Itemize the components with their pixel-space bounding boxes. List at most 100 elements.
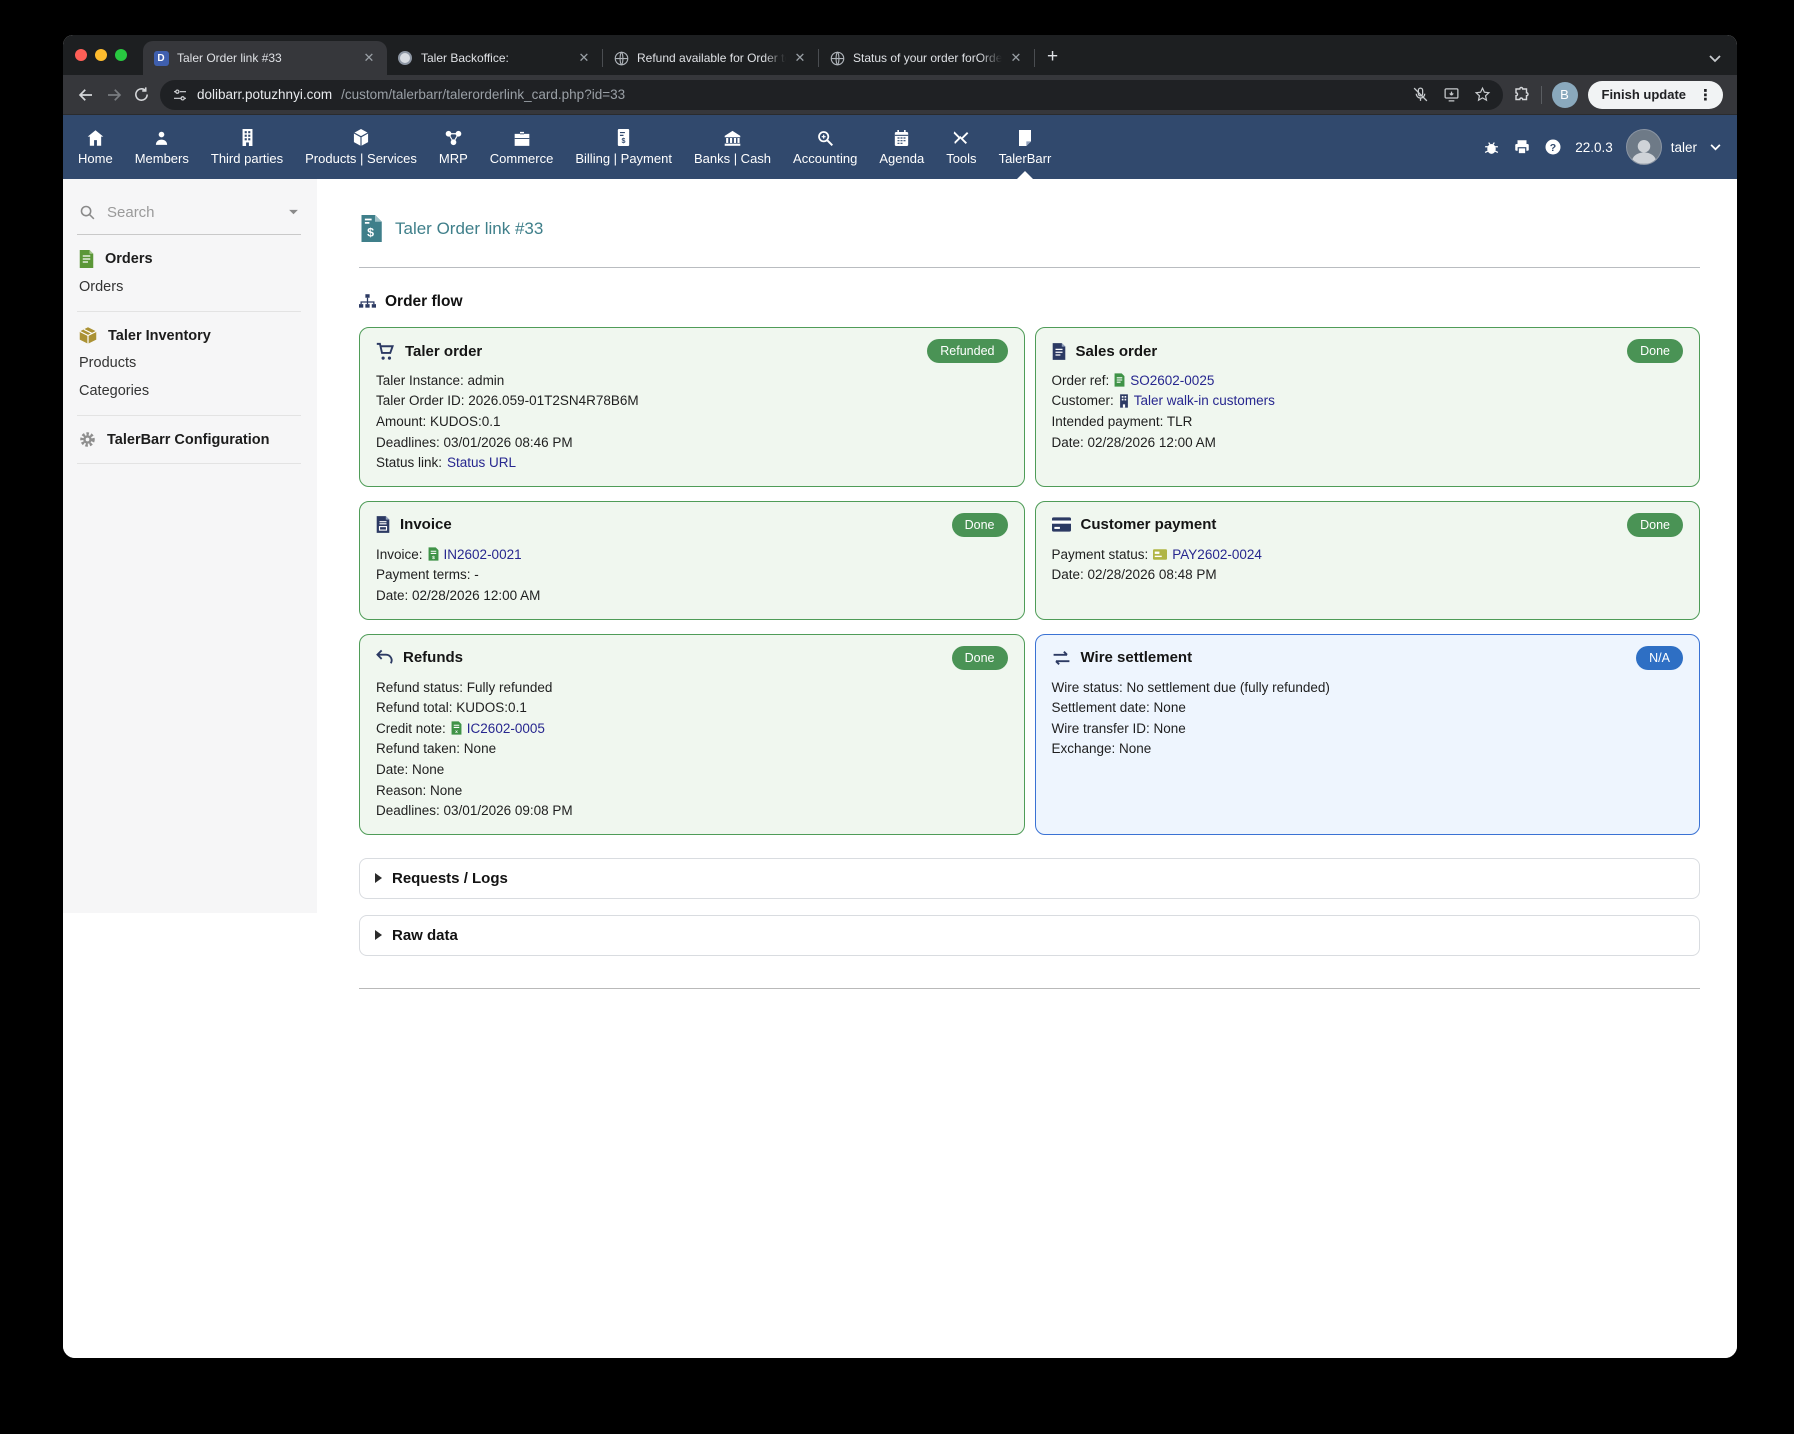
card-line-link[interactable]: PAY2602-0024 xyxy=(1172,547,1262,562)
card-line: Payment terms: - xyxy=(376,565,1008,586)
card-line-link[interactable]: Status URL xyxy=(447,455,516,470)
reload-icon[interactable] xyxy=(133,86,150,103)
menu-item-label: Members xyxy=(135,151,189,166)
sidebar-search[interactable] xyxy=(77,201,301,235)
menu-item-mrp[interactable]: MRP xyxy=(428,115,479,179)
card-line-text: Exchange: None xyxy=(1052,741,1152,756)
card-line-link[interactable]: IN2602-0021 xyxy=(444,547,522,562)
card-line-text: Taler Instance: admin xyxy=(376,373,504,388)
menu-item-tools[interactable]: Tools xyxy=(935,115,987,179)
print-icon[interactable] xyxy=(1513,138,1531,156)
address-bar[interactable]: dolibarr.potuzhnyi.com/custom/talerbarr/… xyxy=(160,80,1503,110)
menu-item-agenda[interactable]: Agenda xyxy=(868,115,935,179)
finish-update-button[interactable]: Finish update ⋮ xyxy=(1588,81,1724,109)
collapse-section-requests-logs[interactable]: Requests / Logs xyxy=(359,858,1700,899)
search-input[interactable] xyxy=(105,203,279,222)
sidebar-item[interactable]: Orders xyxy=(79,273,299,301)
user-name[interactable]: taler xyxy=(1671,140,1697,155)
menu-item-commerce[interactable]: Commerce xyxy=(479,115,565,179)
sidebar-section-title: TalerBarr Configuration xyxy=(107,432,269,448)
sitemap-icon xyxy=(359,294,376,310)
minimize-window-button[interactable] xyxy=(95,49,107,61)
browser-tab[interactable]: Taler Backoffice: ✕ xyxy=(387,41,602,75)
card-line: Date: 02/28/2026 08:48 PM xyxy=(1052,565,1684,586)
back-icon[interactable] xyxy=(77,86,95,104)
page-title: Taler Order link #33 xyxy=(395,219,543,239)
browser-tab[interactable]: DTaler Order link #33✕ xyxy=(143,41,387,75)
extensions-puzzle-icon[interactable] xyxy=(1513,86,1531,104)
gear-gray-icon xyxy=(79,431,96,448)
card-line-link[interactable]: IC2602-0005 xyxy=(467,721,545,736)
menu-item-label: Third parties xyxy=(211,151,283,166)
install-app-icon[interactable] xyxy=(1443,86,1460,103)
browser-profile-avatar[interactable]: B xyxy=(1552,82,1578,108)
site-info-icon[interactable] xyxy=(172,87,188,103)
sidebar-section-header[interactable]: Taler Inventory xyxy=(79,322,299,349)
card-header: Taler orderRefunded xyxy=(376,339,1008,363)
billing-icon: $ xyxy=(617,129,630,146)
status-badge: Done xyxy=(952,646,1008,670)
card-header: Customer paymentDone xyxy=(1052,513,1684,537)
tab-close-icon[interactable]: ✕ xyxy=(1008,50,1024,66)
card-line-text: Wire status: No settlement due (fully re… xyxy=(1052,680,1330,695)
sidebar: OrdersOrders Taler Inventory ProductsCateg… xyxy=(63,179,317,913)
menu-item-label: TalerBarr xyxy=(999,151,1052,166)
browser-menu-kebab-icon[interactable]: ⋮ xyxy=(1694,86,1717,104)
menu-item-third-parties[interactable]: Third parties xyxy=(200,115,294,179)
menu-item-products-services[interactable]: Products | Services xyxy=(294,115,428,179)
sidebar-section-title: Taler Inventory xyxy=(108,328,211,344)
search-caret-down-icon[interactable] xyxy=(288,209,299,216)
card-invoice: InvoiceDoneInvoice:$IN2602-0021Payment t… xyxy=(359,501,1025,620)
commerce-icon xyxy=(514,129,530,146)
tab-close-icon[interactable]: ✕ xyxy=(792,50,808,66)
forward-icon[interactable] xyxy=(105,86,123,104)
menu-item-accounting[interactable]: Accounting xyxy=(782,115,868,179)
card-line-text: Invoice: xyxy=(376,547,423,562)
card-line-text: Payment terms: - xyxy=(376,567,479,582)
sidebar-item[interactable]: Categories xyxy=(79,377,299,405)
card-line-link[interactable]: SO2602-0025 xyxy=(1130,373,1214,388)
close-window-button[interactable] xyxy=(75,49,87,61)
sidebar-item[interactable]: Products xyxy=(79,349,299,377)
card-title: Refunds xyxy=(403,649,463,666)
maximize-window-button[interactable] xyxy=(115,49,127,61)
browser-tab[interactable]: Status of your order forOrder ✕ xyxy=(819,41,1034,75)
menu-item-billing-payment[interactable]: $Billing | Payment xyxy=(564,115,683,179)
card-line: Reason: None xyxy=(376,780,1008,801)
new-tab-button[interactable]: + xyxy=(1047,46,1058,68)
card-line-link[interactable]: Taler walk-in customers xyxy=(1134,393,1275,408)
sidebar-section-header[interactable]: TalerBarr Configuration xyxy=(79,426,299,453)
tab-title: Status of your order forOrder xyxy=(853,51,1002,65)
mic-off-icon[interactable] xyxy=(1412,86,1429,103)
help-icon[interactable]: ? xyxy=(1544,138,1562,156)
card-header: InvoiceDone xyxy=(376,513,1008,537)
menu-item-talerbarr[interactable]: TalerBarr xyxy=(988,115,1063,179)
menu-item-home[interactable]: Home xyxy=(67,115,124,179)
sidebar-section-header[interactable]: Orders xyxy=(79,245,299,273)
card-line-text: Intended payment: TLR xyxy=(1052,414,1193,429)
home-icon xyxy=(87,129,104,146)
user-avatar[interactable] xyxy=(1626,129,1662,165)
card-refunds: RefundsDoneRefund status: Fully refunded… xyxy=(359,634,1025,835)
menu-item-banks-cash[interactable]: Banks | Cash xyxy=(683,115,782,179)
bug-report-icon[interactable] xyxy=(1483,139,1500,156)
tab-title: Taler Backoffice: xyxy=(421,51,570,65)
third-parties-icon xyxy=(241,129,254,146)
taler-order-doc-icon: $ xyxy=(359,215,382,242)
building-mini-navy-icon xyxy=(1119,394,1129,408)
card-line-text: Order ref: xyxy=(1052,373,1110,388)
tab-close-icon[interactable]: ✕ xyxy=(576,50,592,66)
browser-tab[interactable]: Refund available for Order to✕ xyxy=(603,41,818,75)
menu-item-label: Accounting xyxy=(793,151,857,166)
menu-item-members[interactable]: Members xyxy=(124,115,200,179)
tab-close-icon[interactable]: ✕ xyxy=(361,50,377,66)
card-line: Intended payment: TLR xyxy=(1052,411,1684,432)
tab-search-chevron-icon[interactable] xyxy=(1709,55,1721,63)
collapse-section-raw-data[interactable]: Raw data xyxy=(359,915,1700,956)
card-line: Refund taken: None xyxy=(376,739,1008,760)
user-menu-chevron-icon[interactable] xyxy=(1710,144,1721,151)
bookmark-star-icon[interactable] xyxy=(1474,86,1491,103)
collapse-section-label: Requests / Logs xyxy=(392,870,508,887)
document-icon xyxy=(1052,343,1066,360)
sidebar-section: OrdersOrders xyxy=(77,235,301,312)
